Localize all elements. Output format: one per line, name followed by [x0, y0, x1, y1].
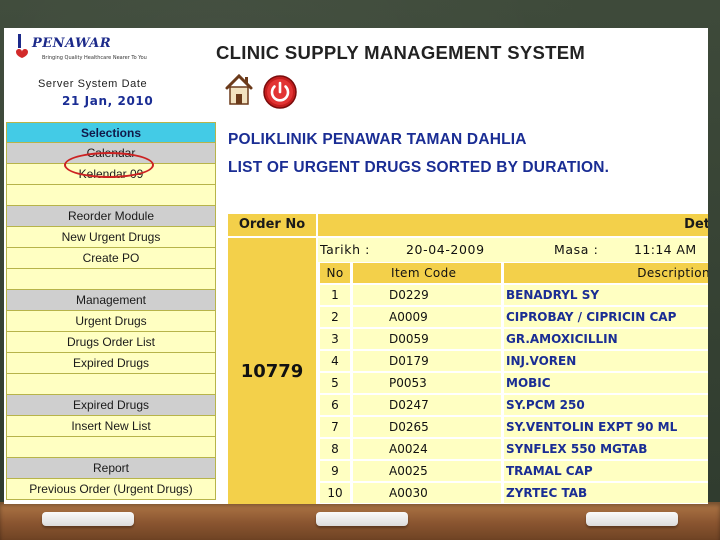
home-icon[interactable] [224, 72, 254, 108]
item-no: 2 [320, 307, 350, 327]
item-description: MOBIC [504, 373, 708, 393]
item-code: A0009 [353, 307, 501, 327]
item-code: D0179 [353, 351, 501, 371]
sidebar-item-urgent-drugs[interactable]: Urgent Drugs [6, 311, 216, 332]
order-number: 10779 [228, 238, 316, 504]
item-code: D0229 [353, 285, 501, 305]
item-description: GR.AMOXICILLIN [504, 329, 708, 349]
masa-value: 11:14 AM [634, 242, 697, 257]
sidebar-item-new-urgent-drugs[interactable]: New Urgent Drugs [6, 227, 216, 248]
power-icon[interactable] [262, 74, 298, 110]
items-header-row: No Item Code Description [318, 262, 708, 284]
table-row: 4 D0179 INJ.VOREN [318, 350, 708, 372]
table-row: 3 D0059 GR.AMOXICILLIN [318, 328, 708, 350]
item-no: 3 [320, 329, 350, 349]
item-no: 1 [320, 285, 350, 305]
sidebar-menu: Selections Calendar Kelendar 09 Reorder … [6, 122, 216, 500]
chalk-piece [42, 512, 134, 526]
item-description: INJ.VOREN [504, 351, 708, 371]
sidebar-spacer [6, 269, 216, 290]
sidebar-item-insert-new-list[interactable]: Insert New List [6, 416, 216, 437]
sidebar-section-report: Report [6, 458, 216, 479]
tarikh-value: 20-04-2009 [406, 242, 485, 257]
item-description: SY.PCM 250 [504, 395, 708, 415]
chalk-piece [316, 512, 408, 526]
sidebar-spacer [6, 185, 216, 206]
item-no: 7 [320, 417, 350, 437]
item-description: SY.VENTOLIN EXPT 90 ML [504, 417, 708, 437]
item-description: TRAMAL CAP [504, 461, 708, 481]
sidebar-section-expired-drugs: Expired Drugs [6, 395, 216, 416]
item-no: 4 [320, 351, 350, 371]
system-title: CLINIC SUPPLY MANAGEMENT SYSTEM [216, 42, 586, 63]
logo-tagline: Bringing Quality Healthcare Nearer To Yo… [42, 55, 147, 61]
logo-text: PENAWAR [32, 36, 112, 51]
item-description: CIPROBAY / CIPRICIN CAP [504, 307, 708, 327]
item-code: D0265 [353, 417, 501, 437]
server-date: 21 Jan, 2010 [62, 94, 154, 108]
item-no: 5 [320, 373, 350, 393]
table-row: 9 A0025 TRAMAL CAP [318, 460, 708, 482]
items-table: No Item Code Description 1 D0229 BENADRYL … [318, 262, 708, 504]
item-code: P0053 [353, 373, 501, 393]
item-description: SYNFLEX 550 MGTAB [504, 439, 708, 459]
logo-mark-icon [16, 34, 28, 58]
penawar-logo: PENAWAR Bringing Quality Healthcare Near… [12, 34, 202, 64]
col-header-no: No [320, 263, 350, 283]
sidebar-item-drugs-order-list[interactable]: Drugs Order List [6, 332, 216, 353]
item-no: 6 [320, 395, 350, 415]
order-meta: Tarikh : 20-04-2009 Masa : 11:14 AM [318, 238, 708, 262]
table-row: 10 A0030 ZYRTEC TAB [318, 482, 708, 504]
create-po-highlight-ring [64, 152, 154, 178]
table-row: 2 A0009 CIPROBAY / CIPRICIN CAP [318, 306, 708, 328]
chalk-tray [0, 502, 720, 540]
table-row: 1 D0229 BENADRYL SY [318, 284, 708, 306]
server-date-label: Server System Date [38, 78, 148, 90]
item-code: D0059 [353, 329, 501, 349]
table-row: 8 A0024 SYNFLEX 550 MGTAB [318, 438, 708, 460]
col-header-description: Description [504, 263, 708, 283]
clinic-name: POLIKLINIK PENAWAR TAMAN DAHLIA [228, 131, 527, 148]
list-title: LIST OF URGENT DRUGS SORTED BY DURATION. [228, 159, 610, 176]
order-table: Order No Det 10779 Tarikh : 20-04-2009 M… [228, 214, 708, 504]
table-row: 7 D0265 SY.VENTOLIN EXPT 90 ML [318, 416, 708, 438]
item-code: A0030 [353, 483, 501, 503]
item-code: A0025 [353, 461, 501, 481]
details-header: Det [318, 214, 708, 236]
item-no: 10 [320, 483, 350, 503]
table-row: 6 D0247 SY.PCM 250 [318, 394, 708, 416]
tarikh-label: Tarikh : [320, 242, 370, 257]
sidebar-section-management: Management [6, 290, 216, 311]
item-code: A0024 [353, 439, 501, 459]
sidebar-section-reorder: Reorder Module [6, 206, 216, 227]
sidebar-selections-header: Selections [6, 122, 216, 143]
sidebar-item-expired-drugs[interactable]: Expired Drugs [6, 353, 216, 374]
col-header-item-code: Item Code [353, 263, 501, 283]
item-no: 9 [320, 461, 350, 481]
sidebar-spacer [6, 374, 216, 395]
item-no: 8 [320, 439, 350, 459]
table-row: 5 P0053 MOBIC [318, 372, 708, 394]
sidebar-spacer [6, 437, 216, 458]
app-screen: PENAWAR Bringing Quality Healthcare Near… [4, 28, 708, 504]
chalk-piece [586, 512, 678, 526]
item-description: BENADRYL SY [504, 285, 708, 305]
item-code: D0247 [353, 395, 501, 415]
sidebar-item-create-po[interactable]: Create PO [6, 248, 216, 269]
sidebar-item-previous-order[interactable]: Previous Order (Urgent Drugs) [6, 479, 216, 500]
masa-label: Masa : [554, 242, 599, 257]
item-description: ZYRTEC TAB [504, 483, 708, 503]
order-no-header: Order No [228, 214, 316, 236]
